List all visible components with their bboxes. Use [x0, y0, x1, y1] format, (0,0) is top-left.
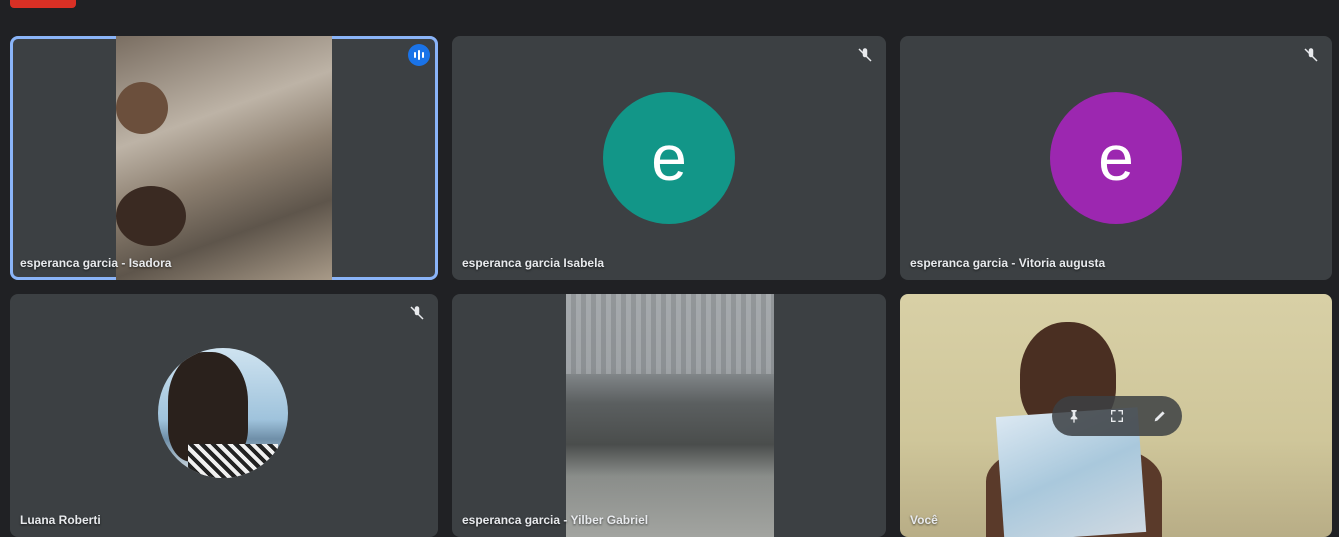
participant-tile-2[interactable]: e esperanca garcia Isabela	[452, 36, 886, 280]
avatar: e	[1050, 92, 1182, 224]
avatar-initial: e	[651, 122, 687, 194]
mic-off-icon	[858, 48, 872, 62]
participant-name: esperanca garcia - Yilber Gabriel	[462, 513, 649, 527]
participant-name: Você	[910, 513, 938, 527]
avatar-initial: e	[1098, 122, 1134, 194]
recording-indicator	[10, 0, 76, 8]
participant-tile-4[interactable]: Luana Roberti	[10, 294, 438, 537]
participant-name: esperanca garcia Isabela	[462, 256, 605, 270]
participant-name: Luana Roberti	[20, 513, 101, 527]
participant-tile-5[interactable]: esperanca garcia - Yilber Gabriel	[452, 294, 886, 537]
participant-tile-3[interactable]: e esperanca garcia - Vitoria augusta	[900, 36, 1332, 280]
participant-video	[566, 294, 774, 537]
pin-button[interactable]	[1063, 405, 1085, 427]
pencil-icon	[1154, 411, 1165, 422]
participant-tile-1[interactable]: esperanca garcia - Isadora	[10, 36, 438, 280]
participant-face	[116, 82, 168, 134]
pin-icon	[1070, 410, 1077, 423]
avatar: e	[603, 92, 735, 224]
participant-video	[116, 36, 332, 280]
more-options-button[interactable]	[1149, 405, 1171, 427]
participant-face	[116, 186, 186, 246]
fullscreen-button[interactable]	[1106, 405, 1128, 427]
tile-hover-controls	[1052, 396, 1182, 436]
participant-name: esperanca garcia - Isadora	[20, 256, 172, 270]
participant-name: esperanca garcia - Vitoria augusta	[910, 256, 1106, 270]
top-bar	[0, 0, 1339, 10]
participant-tile-6[interactable]: Você	[900, 294, 1332, 537]
profile-photo	[158, 348, 288, 478]
mic-off-icon	[410, 306, 424, 320]
fullscreen-icon	[1110, 410, 1123, 422]
audio-level-icon	[408, 44, 430, 66]
mic-off-icon	[1304, 48, 1318, 62]
